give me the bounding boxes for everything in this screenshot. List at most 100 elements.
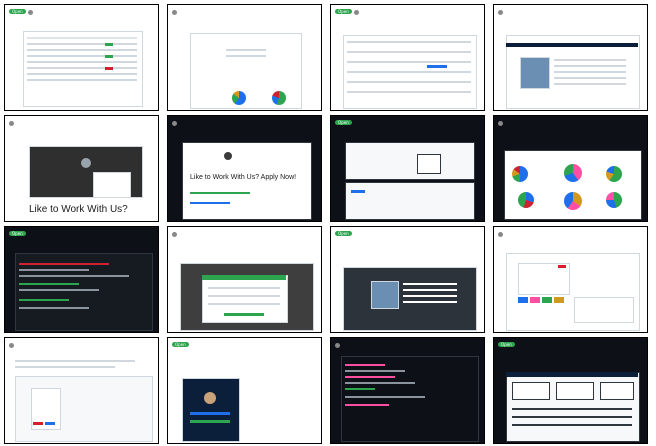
- tile-7[interactable]: Open: [330, 115, 485, 222]
- form-field[interactable]: [208, 287, 280, 289]
- tile-6[interactable]: Like to Work With Us? Apply Now!: [167, 115, 322, 222]
- paragraph-line: [554, 71, 626, 73]
- table-row: [27, 37, 137, 39]
- donut-chart: [606, 192, 622, 208]
- tile-11[interactable]: Open: [330, 226, 485, 333]
- terminal-line: [345, 376, 395, 378]
- profile-photo: [224, 152, 232, 160]
- terminal-line: [345, 364, 385, 366]
- tile-9-header: Open: [9, 231, 154, 243]
- open-badge: Open: [335, 231, 352, 236]
- status-badge: [105, 55, 113, 58]
- status-badge: [105, 43, 113, 46]
- tile-3[interactable]: Open: [330, 4, 485, 111]
- form-header: [202, 275, 286, 280]
- apply-link[interactable]: [190, 202, 230, 204]
- tile-7-frame-bottom: [345, 182, 475, 220]
- pie-chart: [272, 91, 286, 105]
- table-row: [512, 424, 632, 426]
- tile-8-header: [498, 120, 643, 132]
- code-line: [19, 307, 89, 309]
- button-primary[interactable]: [351, 190, 365, 193]
- tile-10[interactable]: [167, 226, 322, 333]
- tile-12[interactable]: [493, 226, 648, 333]
- form-field[interactable]: [208, 295, 280, 297]
- pie-chart: [232, 91, 246, 105]
- like-to-work-heading: Like to Work With Us?: [29, 204, 128, 215]
- tile-8[interactable]: [493, 115, 648, 222]
- tab-button[interactable]: [518, 297, 528, 303]
- tile-6-panel: [182, 142, 312, 220]
- avatar: [27, 9, 33, 15]
- tile-4-header: [498, 9, 643, 21]
- hero-image: [371, 281, 399, 309]
- paragraph-line: [554, 77, 626, 79]
- tile-1[interactable]: Open: [4, 4, 159, 111]
- table-row: [27, 67, 137, 69]
- avatar: [498, 120, 503, 126]
- table-row: [27, 55, 137, 57]
- app-button[interactable]: [190, 420, 230, 423]
- tile-13[interactable]: [4, 337, 159, 444]
- tile-5[interactable]: Like to Work With Us?: [4, 115, 159, 222]
- table-row: [512, 408, 632, 410]
- form-row: [226, 55, 266, 57]
- hero-image: [520, 57, 550, 89]
- code-line: [19, 263, 109, 265]
- page-navbar: [506, 43, 638, 47]
- tile-14[interactable]: Open: [167, 337, 322, 444]
- open-badge: Open: [498, 342, 515, 347]
- avatar: [172, 231, 177, 237]
- paragraph-line: [15, 360, 135, 362]
- app-button[interactable]: [190, 412, 230, 415]
- donut-chart: [564, 164, 582, 182]
- profile-photo: [204, 392, 216, 404]
- avatar: [353, 9, 359, 15]
- tab-button[interactable]: [542, 297, 552, 303]
- code-line: [19, 299, 69, 301]
- tile-16[interactable]: Open: [493, 337, 648, 444]
- donut-chart: [518, 192, 534, 208]
- avatar: [172, 120, 177, 126]
- info-card: [512, 382, 550, 400]
- button-cancel[interactable]: [33, 422, 43, 425]
- table-row: [512, 416, 632, 418]
- close-button[interactable]: [558, 265, 566, 268]
- terminal-line: [345, 382, 415, 384]
- card-profile: [417, 154, 441, 174]
- form-field[interactable]: [208, 303, 280, 305]
- tile-12-header: [498, 231, 643, 243]
- apply-link[interactable]: [190, 192, 250, 194]
- tile-15[interactable]: [330, 337, 485, 444]
- tile-14-header: Open: [172, 342, 317, 354]
- table-row: [27, 73, 137, 75]
- avatar: [498, 231, 503, 237]
- tab-button[interactable]: [530, 297, 540, 303]
- button-submit[interactable]: [45, 422, 55, 425]
- link-text: [427, 65, 447, 68]
- tile-4[interactable]: [493, 4, 648, 111]
- tab-button[interactable]: [554, 297, 564, 303]
- tile-10-header: [172, 231, 317, 243]
- tile-16-header: Open: [498, 342, 643, 354]
- avatar: [9, 342, 14, 348]
- tile-2[interactable]: [167, 4, 322, 111]
- table-row: [27, 49, 137, 51]
- paragraph-line: [554, 65, 626, 67]
- open-badge: Open: [335, 9, 352, 14]
- avatar: [498, 9, 503, 15]
- code-line: [19, 269, 89, 271]
- table-row: [27, 43, 137, 45]
- avatar: [9, 120, 14, 126]
- tile-9[interactable]: Open: [4, 226, 159, 333]
- code-line: [19, 289, 99, 291]
- open-badge: Open: [335, 120, 352, 125]
- profile-photo: [81, 158, 91, 168]
- table-row: [347, 41, 471, 43]
- tile-14-phone: [182, 378, 240, 442]
- tile-2-header: [172, 9, 317, 21]
- open-badge: Open: [9, 231, 26, 236]
- tile-13-header: [9, 342, 154, 354]
- terminal-line: [345, 370, 405, 372]
- submit-button[interactable]: [224, 313, 264, 316]
